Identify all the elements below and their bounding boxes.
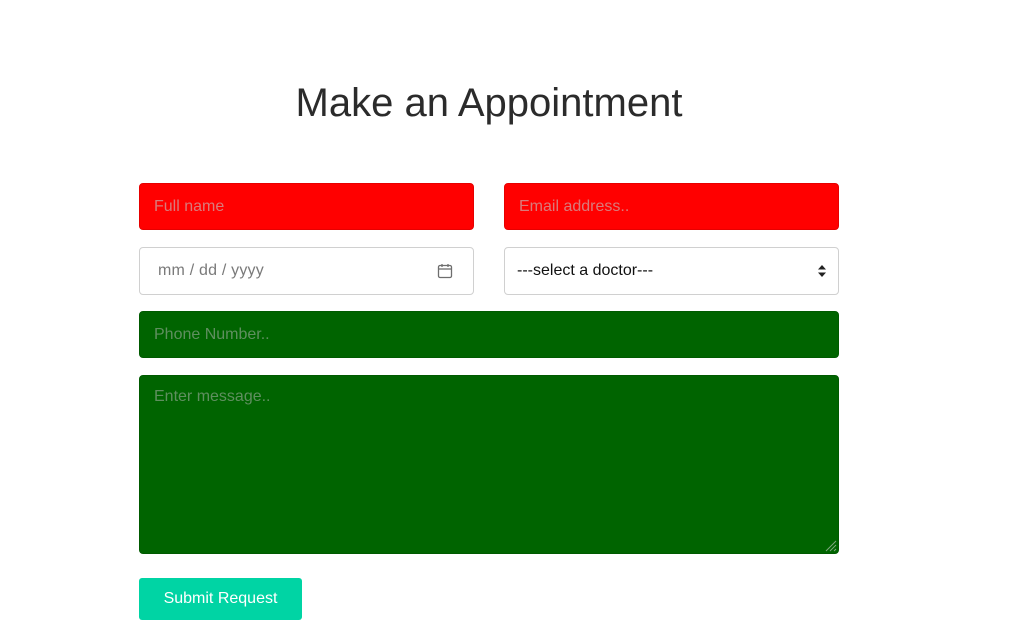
select-arrows-icon xyxy=(818,265,826,277)
page-title: Make an Appointment xyxy=(295,81,683,125)
date-input[interactable]: mm / dd / yyyy xyxy=(139,247,474,295)
calendar-icon[interactable] xyxy=(437,263,453,279)
date-placeholder: mm / dd / yyyy xyxy=(158,262,264,279)
phone-input[interactable] xyxy=(139,311,839,358)
resize-grip-icon[interactable] xyxy=(824,539,837,552)
doctor-select[interactable]: ---select a doctor--- xyxy=(504,247,839,295)
submit-request-button[interactable]: Submit Request xyxy=(139,578,302,620)
appointment-page: Make an Appointment mm / dd / yyyy ---se… xyxy=(0,0,1014,626)
doctor-select-value: ---select a doctor--- xyxy=(517,262,654,279)
full-name-input[interactable] xyxy=(139,183,474,230)
email-input[interactable] xyxy=(504,183,839,230)
message-textarea[interactable] xyxy=(139,375,839,554)
